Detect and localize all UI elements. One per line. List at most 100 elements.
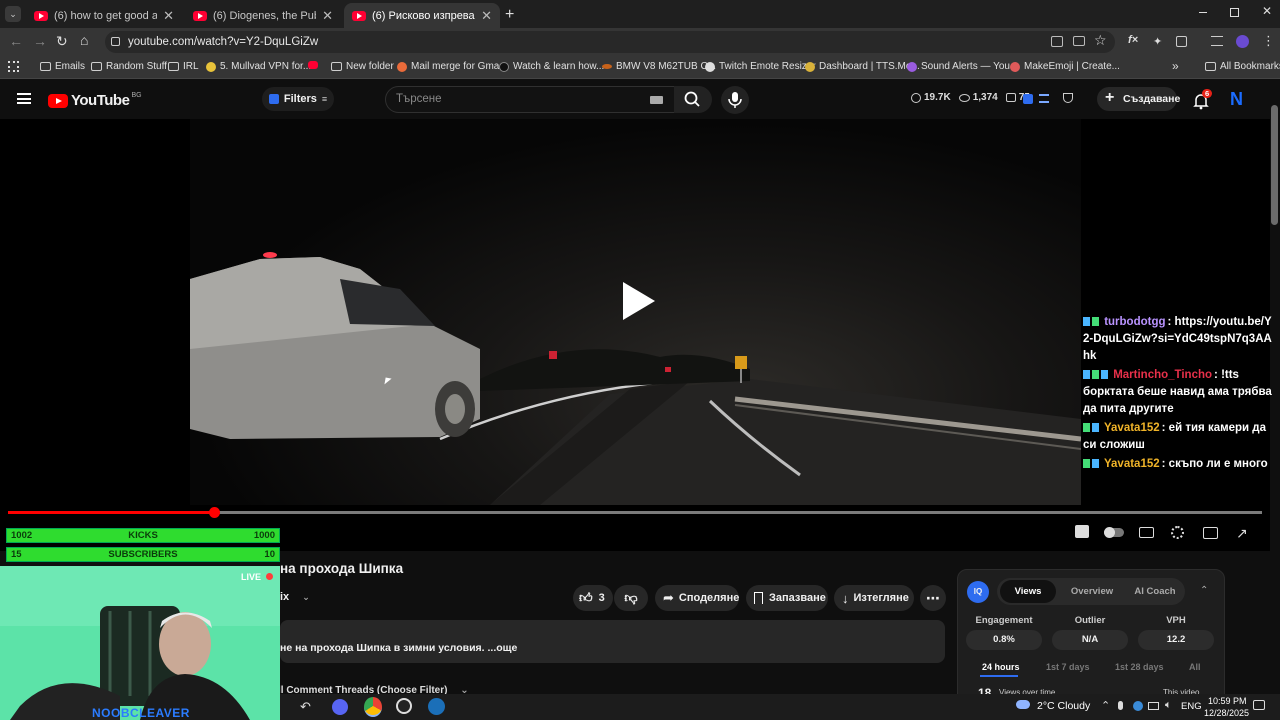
create-button[interactable]: + Създаване xyxy=(1097,87,1180,111)
bookmark-item[interactable]: MakeEmoji | Create... xyxy=(1010,61,1120,72)
save-button[interactable]: Запазване xyxy=(746,585,828,611)
trophy-icon[interactable] xyxy=(1063,93,1073,103)
tray-network-icon[interactable] xyxy=(1148,702,1159,710)
bookmark-item[interactable] xyxy=(308,61,322,69)
progress-scrubber-handle[interactable] xyxy=(209,507,220,518)
keyboard-icon[interactable] xyxy=(650,96,663,104)
tray-chevron-icon[interactable]: ⌃ xyxy=(1101,699,1110,712)
collapse-chevron-icon[interactable]: ⌃ xyxy=(1200,585,1208,596)
settings-gear-icon[interactable] xyxy=(1171,525,1189,541)
vph-value: 12.2 xyxy=(1138,630,1214,650)
iq-extension-icon[interactable] xyxy=(1023,94,1033,104)
account-avatar[interactable]: N xyxy=(1230,89,1250,109)
range-first-7-days[interactable]: 1st 7 days xyxy=(1046,662,1090,672)
menu-hamburger-icon[interactable] xyxy=(17,93,31,104)
extension-icon[interactable]: ✦ xyxy=(1153,35,1162,48)
bookmark-item[interactable]: Emails xyxy=(40,61,85,72)
like-button[interactable]: 👍︎ 3 xyxy=(573,585,613,611)
back-icon[interactable]: ← xyxy=(9,33,23,49)
dislike-button[interactable]: 👎︎ xyxy=(614,585,648,611)
weather-text[interactable]: 2°C Cloudy xyxy=(1037,700,1090,712)
clock-date[interactable]: 12/28/2025 xyxy=(1204,708,1249,718)
close-window-icon[interactable]: ✕ xyxy=(1262,4,1272,18)
more-dots-icon: ⋯ xyxy=(926,589,940,606)
tray-app-icon[interactable] xyxy=(1133,701,1143,711)
bookmark-star-icon[interactable]: ☆ xyxy=(1094,32,1107,49)
download-button[interactable]: ↓ Изтегляне xyxy=(834,585,914,611)
more-actions-button[interactable]: ⋯ xyxy=(920,585,946,611)
play-button[interactable] xyxy=(620,280,660,322)
chat-badge-icon xyxy=(1083,423,1090,432)
obs-app-icon[interactable] xyxy=(396,698,412,714)
minimize-window-icon[interactable] xyxy=(1199,12,1207,13)
bookmark-item[interactable]: Twitch Emote Resizer xyxy=(705,61,816,72)
media-control-icon[interactable] xyxy=(1211,36,1223,46)
subtitles-icon[interactable] xyxy=(1139,525,1157,541)
steam-app-icon[interactable] xyxy=(428,698,445,715)
voice-search-button[interactable] xyxy=(721,86,749,114)
extension-fx-icon[interactable]: f× xyxy=(1128,34,1138,46)
share-button[interactable]: ➦ Споделяне xyxy=(655,585,739,611)
url-text[interactable]: youtube.com/watch?v=Y2-DquLGiZw xyxy=(128,36,318,48)
clock-time[interactable]: 10:59 PM xyxy=(1208,696,1247,706)
bookmark-item[interactable]: Random Stuff xyxy=(91,61,167,72)
translate-icon[interactable] xyxy=(1051,36,1063,47)
cast-icon[interactable] xyxy=(1073,36,1085,46)
description-text[interactable]: не на прохода Шипка в зимни условия. ...… xyxy=(280,642,517,654)
profile-avatar-icon[interactable] xyxy=(1236,35,1249,48)
browser-tab-1[interactable]: (6) how to get good at geo ✕ xyxy=(26,3,182,28)
miniplayer-icon[interactable] xyxy=(1203,525,1221,541)
extensions-puzzle-icon[interactable] xyxy=(1176,36,1187,47)
close-tab-icon[interactable]: ✕ xyxy=(322,8,333,24)
tab-overview[interactable]: Overview xyxy=(1062,580,1122,603)
autoplay-toggle[interactable] xyxy=(1104,525,1124,541)
chrome-app-icon[interactable] xyxy=(364,697,382,717)
bookmark-item[interactable]: 5. Mullvad VPN for... xyxy=(206,61,311,72)
fullscreen-icon[interactable]: ↗ xyxy=(1236,525,1254,541)
bookmark-item[interactable]: New folder xyxy=(331,61,394,72)
language-indicator[interactable]: ENG xyxy=(1181,701,1202,712)
range-all[interactable]: All xyxy=(1189,662,1201,672)
back-arrow-app-icon[interactable]: ↶ xyxy=(300,699,311,715)
notification-center-icon[interactable] xyxy=(1253,700,1265,710)
range-first-28-days[interactable]: 1st 28 days xyxy=(1115,662,1164,672)
bookmark-item[interactable]: Dashboard | TTS.Mo... xyxy=(805,61,920,72)
all-bookmarks-button[interactable]: All Bookmarks xyxy=(1205,61,1280,72)
filters-button[interactable]: Filters ≡ xyxy=(262,87,334,111)
reload-icon[interactable]: ↻ xyxy=(56,33,68,50)
search-button[interactable] xyxy=(674,86,712,113)
list-icon[interactable] xyxy=(1039,94,1049,103)
search-input[interactable]: Търсене xyxy=(385,86,675,113)
tab-search-button[interactable]: ⌄ xyxy=(5,6,21,22)
browser-menu-icon[interactable]: ⋮ xyxy=(1262,33,1275,49)
browser-tab-3[interactable]: (6) Рисково изпреварване съ ✕ xyxy=(344,3,500,28)
new-tab-button[interactable]: + xyxy=(505,6,514,24)
page-scrollbar[interactable] xyxy=(1271,105,1278,225)
notifications-button[interactable]: 6 xyxy=(1192,89,1213,113)
bookmark-item[interactable]: Watch & learn how... xyxy=(499,61,604,72)
browser-tab-2[interactable]: (6) Diogenes, the Publicly-Defe ✕ xyxy=(185,3,341,28)
bookmark-item[interactable]: IRL xyxy=(168,61,199,72)
tab-views[interactable]: Views xyxy=(1000,580,1056,603)
discord-app-icon[interactable] xyxy=(332,699,348,715)
iq-player-icon[interactable] xyxy=(1075,525,1093,541)
more-bookmarks-chevron-icon[interactable]: » xyxy=(1172,59,1179,73)
folder-icon xyxy=(168,62,179,71)
close-tab-icon[interactable]: ✕ xyxy=(481,8,492,24)
bookmark-item[interactable]: Sound Alerts — You... xyxy=(907,61,1018,72)
youtube-favicon-icon xyxy=(193,10,207,21)
tray-microphone-icon[interactable] xyxy=(1118,701,1123,710)
channel-name[interactable]: ix ⌄ xyxy=(280,591,310,603)
bookmark-item[interactable]: Mail merge for Gma... xyxy=(397,61,508,72)
tab-ai-coach[interactable]: AI Coach xyxy=(1126,580,1184,603)
close-tab-icon[interactable]: ✕ xyxy=(163,8,174,24)
bookmark-item[interactable]: BMW V8 M62TUB C... xyxy=(602,61,716,72)
home-icon[interactable]: ⌂ xyxy=(80,32,88,48)
forward-icon[interactable]: → xyxy=(33,33,47,49)
range-24-hours[interactable]: 24 hours xyxy=(982,662,1020,672)
youtube-logo[interactable]: YouTube BG xyxy=(48,92,142,109)
apps-grid-icon[interactable] xyxy=(8,61,19,72)
tray-volume-icon[interactable]: 🔈︎ xyxy=(1165,699,1172,712)
restore-window-icon[interactable] xyxy=(1230,8,1239,17)
site-info-icon[interactable] xyxy=(111,37,120,46)
